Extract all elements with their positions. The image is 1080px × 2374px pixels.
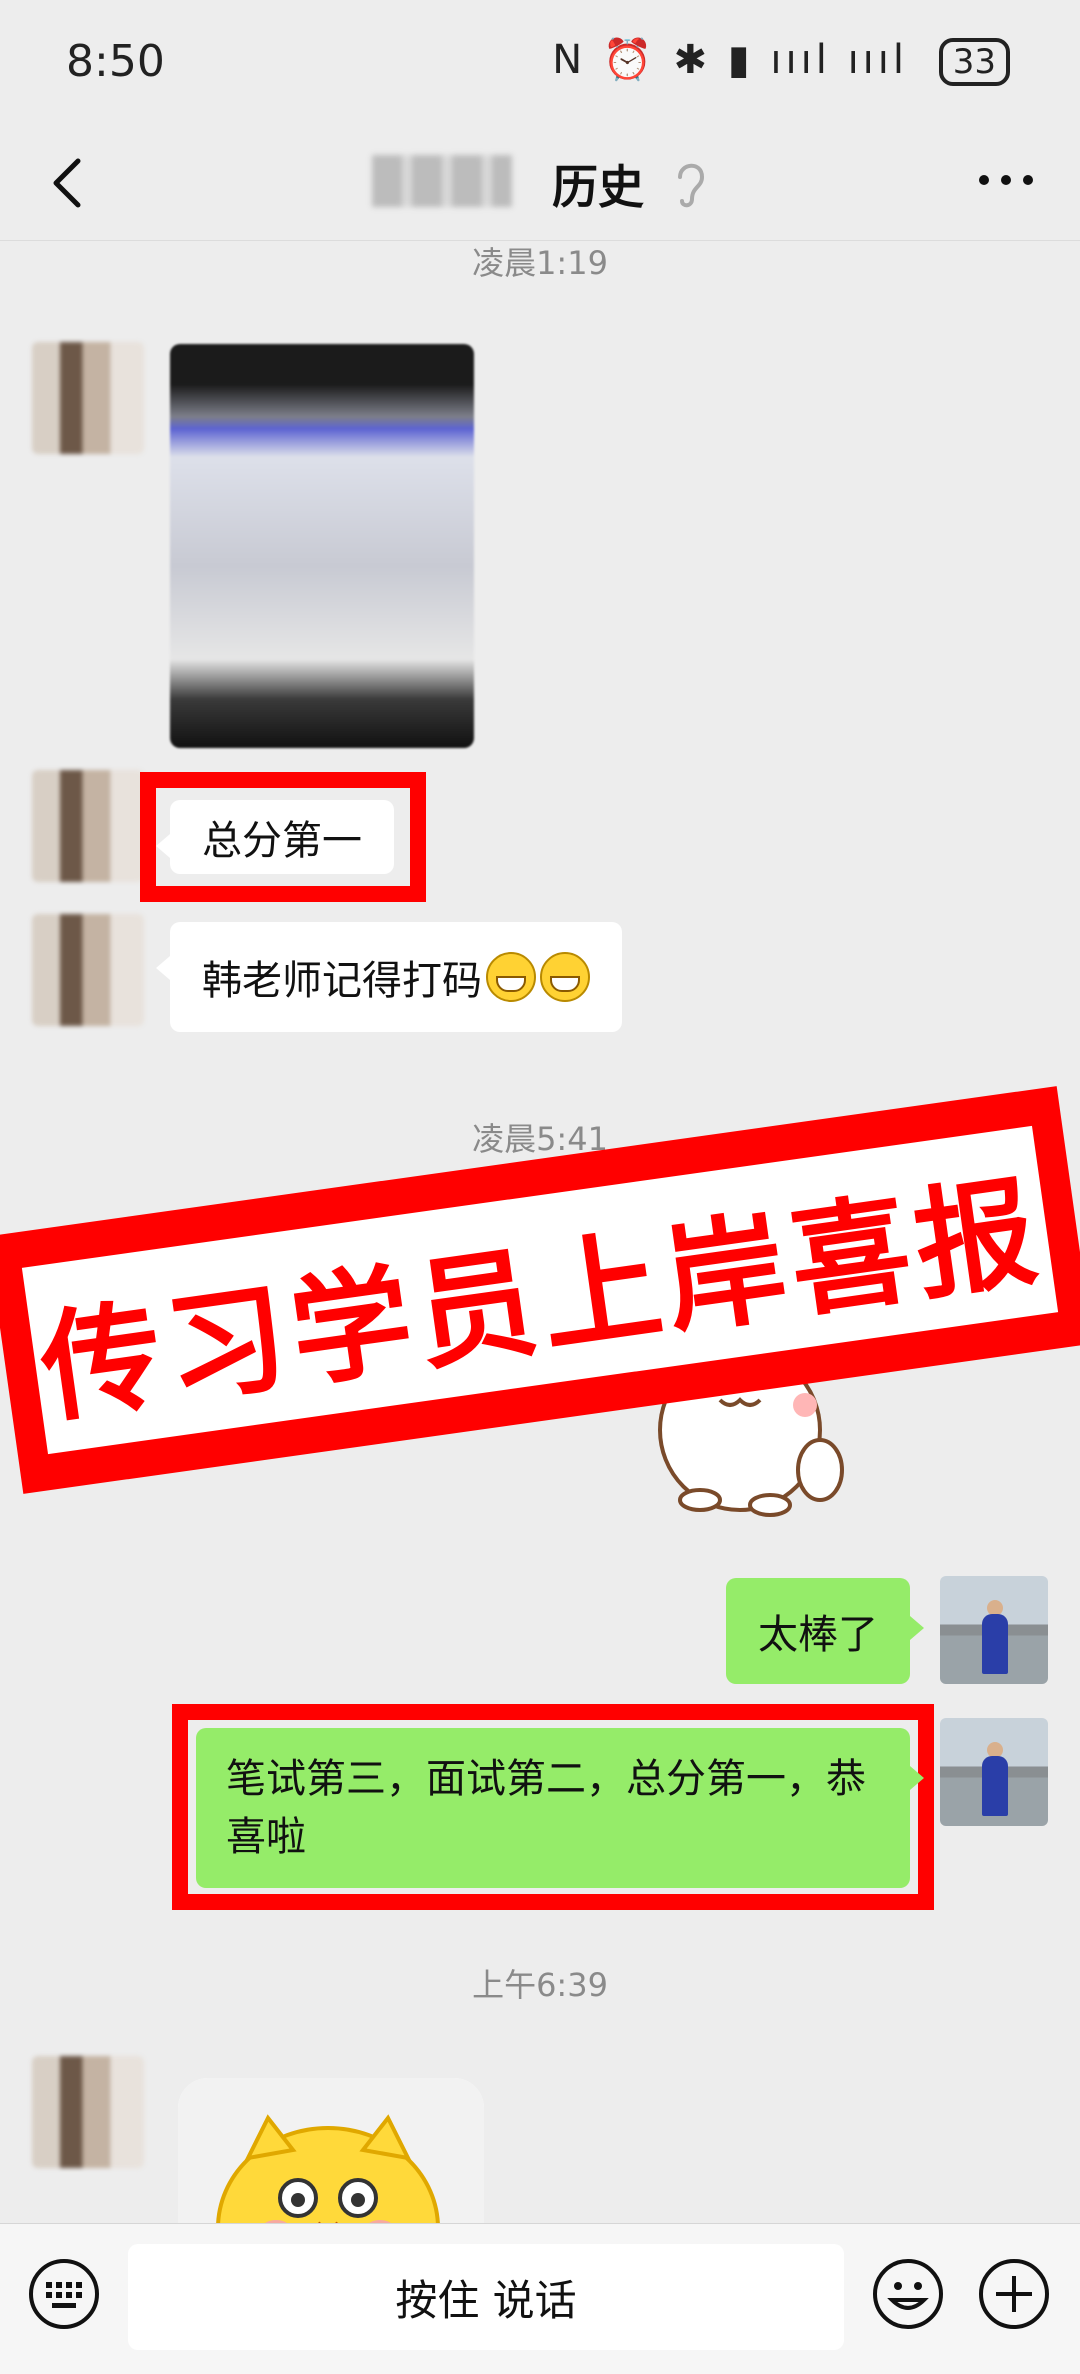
- chat-title: 历史: [552, 160, 644, 214]
- contact-avatar[interactable]: [32, 2056, 144, 2168]
- message-text: 太棒了: [758, 1612, 878, 1658]
- chat-header: 历史: [0, 125, 1080, 241]
- hold-to-talk-button[interactable]: 按住 说话: [128, 2244, 844, 2350]
- message-text: 笔试第三，面试第二，总分第一，恭喜啦: [226, 1756, 866, 1860]
- earpiece-mode-icon: [678, 163, 705, 208]
- timestamp: 上午6:39: [472, 1966, 608, 2004]
- my-avatar[interactable]: [940, 1576, 1048, 1684]
- message-bubble-outgoing[interactable]: 太棒了: [726, 1578, 924, 1684]
- timestamp: 凌晨1:19: [472, 244, 608, 282]
- grin-emoji-icon: [540, 952, 590, 1002]
- status-time: 8:50: [66, 36, 165, 87]
- status-bar: 8:50 N ⏰ ✱ ▮ ıııl ıııl 33: [0, 0, 1080, 125]
- more-options-icon[interactable]: [976, 165, 1036, 195]
- message-bubble-incoming[interactable]: 韩老师记得打码: [156, 922, 622, 1032]
- avatar-person-body: [982, 1614, 1008, 1674]
- keyboard-icon[interactable]: [26, 2256, 102, 2332]
- battery-icon: 33: [938, 38, 1010, 86]
- message-text: 总分第一: [202, 818, 362, 864]
- image-message-blurred[interactable]: [170, 344, 474, 748]
- message-text: 韩老师记得打码: [202, 958, 482, 1004]
- my-avatar[interactable]: [940, 1718, 1048, 1826]
- emoji-icon[interactable]: [870, 2256, 946, 2332]
- grin-emoji-icon: [486, 952, 536, 1002]
- blurred-contact-name: [372, 155, 512, 207]
- input-bar: 按住 说话: [0, 2223, 1080, 2374]
- contact-avatar[interactable]: [32, 342, 144, 454]
- plus-icon[interactable]: [976, 2256, 1052, 2332]
- status-icons: N ⏰ ✱ ▮ ıııl ıııl 33: [552, 36, 1010, 86]
- promo-banner-inner: 传习学员上岸喜报: [21, 1125, 1059, 1455]
- contact-avatar[interactable]: [32, 770, 144, 882]
- avatar-person-body: [982, 1756, 1008, 1816]
- message-bubble-incoming[interactable]: 总分第一: [156, 800, 394, 874]
- message-bubble-outgoing[interactable]: 笔试第三，面试第二，总分第一，恭喜啦: [196, 1728, 924, 1888]
- signal-icons: N ⏰ ✱ ▮ ıııl ıııl: [552, 37, 909, 83]
- contact-avatar[interactable]: [32, 914, 144, 1026]
- back-arrow-icon[interactable]: [40, 153, 100, 213]
- promo-banner-text: 传习学员上岸喜报: [32, 1162, 1051, 1441]
